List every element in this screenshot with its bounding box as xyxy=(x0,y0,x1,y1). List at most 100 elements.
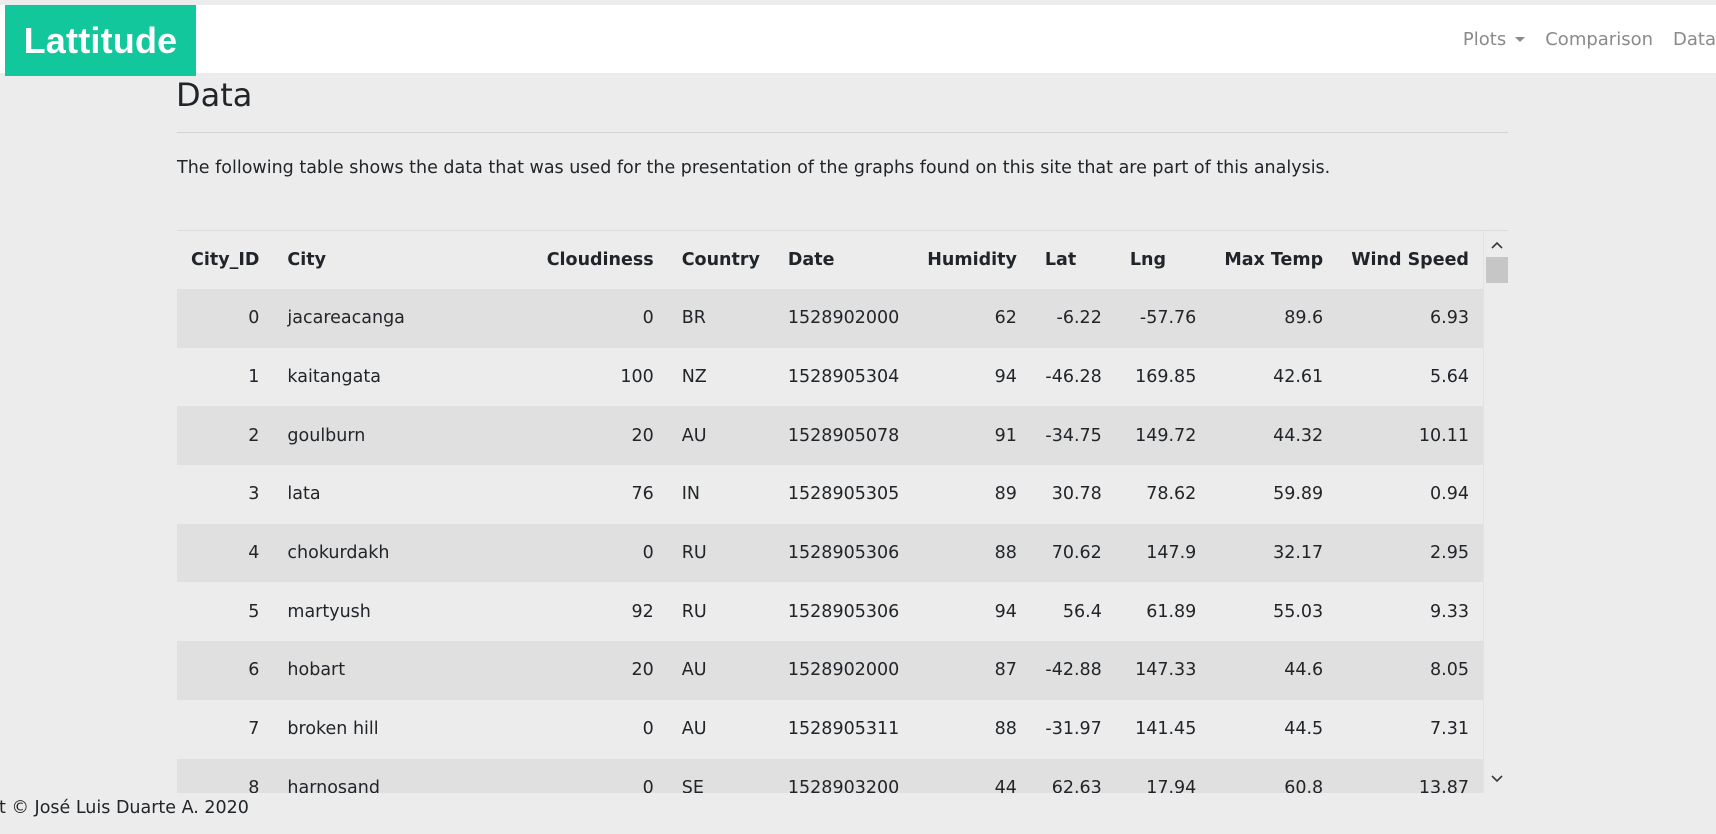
table-header-row: City_ID City Cloudiness Country Date Humidity… xyxy=(177,231,1483,289)
table-cell: 6.93 xyxy=(1337,289,1483,348)
table-cell: 94 xyxy=(913,582,1031,642)
table-cell: 30.78 xyxy=(1030,465,1116,524)
column-header: Lng xyxy=(1115,231,1211,289)
table-cell: 2.95 xyxy=(1337,523,1483,583)
table-cell: 91 xyxy=(913,406,1031,466)
table-cell: 1528905306 xyxy=(773,523,914,583)
page-description: The following table shows the data that … xyxy=(177,158,1331,178)
table-row: 3 lata 76 IN 1528905305 89 30.78 78.62 59.89 0.94 xyxy=(177,465,1483,524)
column-header: City xyxy=(273,231,533,289)
table-cell: 20 xyxy=(532,406,668,466)
column-header: Cloudiness xyxy=(532,231,668,289)
table-cell: -34.75 xyxy=(1030,406,1116,466)
table-cell: 1528905078 xyxy=(773,406,914,466)
table-cell: 62.63 xyxy=(1030,758,1116,793)
table-cell: kaitangata xyxy=(273,347,533,407)
table-cell: 3 xyxy=(177,465,274,524)
table-cell: BR xyxy=(667,289,774,348)
table-cell: 8 xyxy=(177,758,274,793)
table-cell: 42.61 xyxy=(1210,347,1338,407)
table-row: 4 chokurdakh 0 RU 1528905306 88 70.62 147.9 32.1… xyxy=(177,523,1483,583)
table-cell: martyush xyxy=(273,582,533,642)
table-cell: hobart xyxy=(273,641,533,700)
table-cell: jacareacanga xyxy=(273,289,533,348)
caret-down-icon xyxy=(1515,36,1526,42)
table-cell: lata xyxy=(273,465,533,524)
nav-plots-label: Plots xyxy=(1462,28,1507,50)
table-cell: 1 xyxy=(177,347,274,407)
table-cell: 1528905311 xyxy=(773,699,914,759)
scroll-down-button[interactable] xyxy=(1484,771,1509,791)
table-cell: 88 xyxy=(913,699,1031,759)
table-cell: 2 xyxy=(177,406,274,466)
table-cell: 141.45 xyxy=(1115,699,1211,759)
table-cell: 169.85 xyxy=(1115,347,1211,407)
table-cell: 0 xyxy=(532,699,668,759)
navbar: Lattitude Plots Comparison Data xyxy=(0,5,1716,76)
divider xyxy=(177,132,1508,133)
table-cell: 7.31 xyxy=(1337,699,1483,759)
table-cell: -6.22 xyxy=(1030,289,1116,348)
nav-links: Plots Comparison Data xyxy=(1443,5,1716,73)
table-cell: 76 xyxy=(532,465,668,524)
chevron-down-icon xyxy=(1490,775,1503,783)
table-cell: RU xyxy=(667,523,774,583)
scroll-thumb[interactable] xyxy=(1486,257,1508,283)
table-cell: 0 xyxy=(177,289,274,348)
table-cell: 10.11 xyxy=(1337,406,1483,466)
table-scrollbar[interactable] xyxy=(1483,231,1508,793)
footer-copyright: ight © José Luis Duarte A. 2020 xyxy=(0,798,249,818)
data-table-container[interactable]: City_ID City Cloudiness Country Date Humidity… xyxy=(177,230,1508,793)
table-cell: 4 xyxy=(177,523,274,583)
table-cell: 0 xyxy=(532,523,668,583)
table-cell: -57.76 xyxy=(1115,289,1211,348)
table-cell: 5.64 xyxy=(1337,347,1483,407)
table-cell: 1528902000 xyxy=(773,641,914,700)
nav-plots-dropdown[interactable]: Plots xyxy=(1462,28,1526,50)
table-row: 2 goulburn 20 AU 1528905078 91 -34.75 149.72 44.… xyxy=(177,406,1483,466)
table-cell: 62 xyxy=(913,289,1031,348)
brand-logo[interactable]: Lattitude xyxy=(5,5,196,76)
nav-comparison-link[interactable]: Comparison xyxy=(1545,29,1653,50)
column-header: City_ID xyxy=(177,231,274,289)
table-cell: 1528903200 xyxy=(773,758,914,793)
table-cell: 1528905305 xyxy=(773,465,914,524)
table-cell: chokurdakh xyxy=(273,523,533,583)
column-header: Lat xyxy=(1030,231,1116,289)
table-cell: AU xyxy=(667,406,774,466)
table-cell: SE xyxy=(667,758,774,793)
table-cell: 147.9 xyxy=(1115,523,1211,583)
table-cell: 149.72 xyxy=(1115,406,1211,466)
table-cell: 100 xyxy=(532,347,668,407)
data-table: City_ID City Cloudiness Country Date Humidity… xyxy=(177,231,1483,793)
table-cell: -42.88 xyxy=(1030,641,1116,700)
table-cell: 32.17 xyxy=(1210,523,1338,583)
table-cell: 0 xyxy=(532,289,668,348)
scroll-up-button[interactable] xyxy=(1484,237,1509,257)
table-cell: harnosand xyxy=(273,758,533,793)
table-row: 6 hobart 20 AU 1528902000 87 -42.88 147.33 44.6 8… xyxy=(177,641,1483,700)
table-cell: 1528905306 xyxy=(773,582,914,642)
page-title: Data xyxy=(176,76,253,114)
table-cell: IN xyxy=(667,465,774,524)
table-cell: 59.89 xyxy=(1210,465,1338,524)
table-row: 5 martyush 92 RU 1528905306 94 56.4 61.89 55.03 9… xyxy=(177,582,1483,642)
nav-data-link[interactable]: Data xyxy=(1673,29,1716,50)
table-cell: -46.28 xyxy=(1030,347,1116,407)
table-cell: NZ xyxy=(667,347,774,407)
table-cell: 5 xyxy=(177,582,274,642)
table-cell: 7 xyxy=(177,699,274,759)
table-cell: RU xyxy=(667,582,774,642)
table-cell: broken hill xyxy=(273,699,533,759)
column-header: Humidity xyxy=(913,231,1031,289)
table-cell: 44 xyxy=(913,758,1031,793)
table-cell: 1528902000 xyxy=(773,289,914,348)
table-cell: 9.33 xyxy=(1337,582,1483,642)
table-cell: 89.6 xyxy=(1210,289,1338,348)
table-cell: 55.03 xyxy=(1210,582,1338,642)
table-cell: 0.94 xyxy=(1337,465,1483,524)
table-row: 1 kaitangata 100 NZ 1528905304 94 -46.28 169.85… xyxy=(177,347,1483,407)
table-row: 0 jacareacanga 0 BR 1528902000 62 -6.22 -57.76 8… xyxy=(177,289,1483,348)
table-row: 7 broken hill 0 AU 1528905311 88 -31.97 141.45 4… xyxy=(177,699,1483,759)
table-cell: 87 xyxy=(913,641,1031,700)
